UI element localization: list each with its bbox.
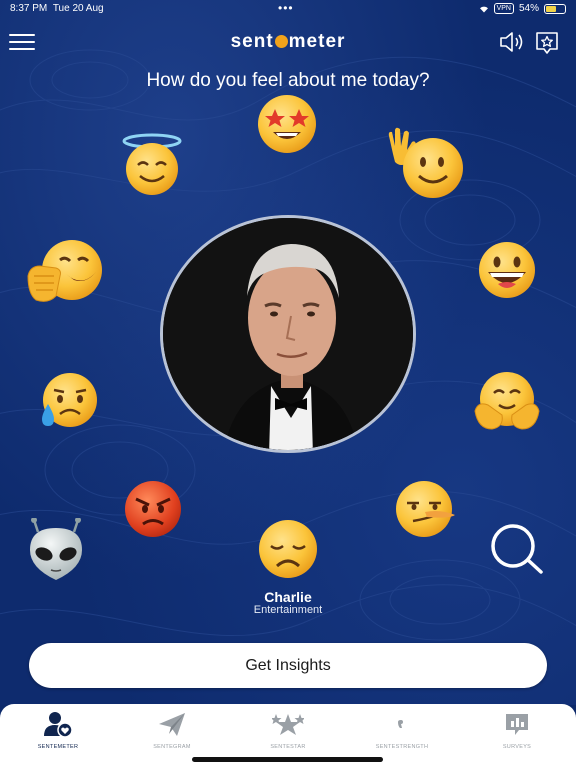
waving-smile-emoji-icon[interactable]	[383, 126, 467, 200]
paper-plane-icon	[159, 713, 185, 736]
app-logo: sent meter	[230, 31, 346, 52]
multitask-dots-icon[interactable]: •••	[278, 1, 294, 15]
smiling-halo-emoji-icon[interactable]	[118, 133, 186, 197]
home-indicator[interactable]	[192, 757, 383, 762]
hand-over-mouth-emoji-icon[interactable]	[26, 236, 106, 306]
person-heart-icon	[44, 712, 73, 738]
hugging-emoji-icon[interactable]	[472, 371, 542, 433]
tab-sentemeter[interactable]: SENTEMETER	[8, 710, 108, 760]
chart-bubble-icon	[506, 714, 528, 735]
status-indicators: VPN 54%	[479, 3, 566, 14]
star-badge-icon[interactable]	[534, 30, 560, 56]
person-name: Charlie	[264, 589, 312, 605]
get-insights-button[interactable]: Get Insights	[29, 643, 547, 688]
portrait-photo	[163, 218, 413, 450]
battery-icon	[544, 3, 566, 14]
tab-sentestar[interactable]: SENTESTAR	[238, 710, 338, 760]
alien-emoji-icon[interactable]	[24, 517, 88, 582]
stars-icon	[272, 714, 304, 735]
sad-tear-emoji-icon[interactable]	[34, 372, 104, 430]
status-time: 8:37 PM Tue 20 Aug	[10, 3, 104, 14]
wifi-icon	[479, 6, 488, 12]
smirk-emoji-icon[interactable]	[389, 479, 459, 539]
quote-icon	[398, 720, 403, 728]
disappointed-emoji-icon[interactable]	[253, 518, 323, 580]
speaker-icon[interactable]	[498, 30, 526, 54]
feeling-question: How do you feel about me today?	[146, 70, 430, 91]
tab-sentestrength[interactable]: SENTESTRENGTH	[352, 710, 452, 760]
search-icon[interactable]	[488, 522, 546, 574]
person-category: Entertainment	[253, 604, 323, 616]
grinning-emoji-icon[interactable]	[472, 240, 542, 300]
tab-sentegram[interactable]: SENTEGRAM	[122, 710, 222, 760]
star-struck-emoji-icon[interactable]	[255, 92, 319, 156]
status-bar: 8:37 PM Tue 20 Aug ••• VPN 54%	[0, 0, 576, 18]
battery-percent: 54%	[518, 3, 539, 14]
celebrity-portrait[interactable]	[160, 215, 416, 453]
angry-emoji-icon[interactable]	[118, 479, 188, 539]
vpn-badge: VPN	[493, 3, 514, 14]
logo-dot-icon	[274, 35, 288, 48]
tab-surveys[interactable]: SURVEYS	[467, 710, 567, 760]
